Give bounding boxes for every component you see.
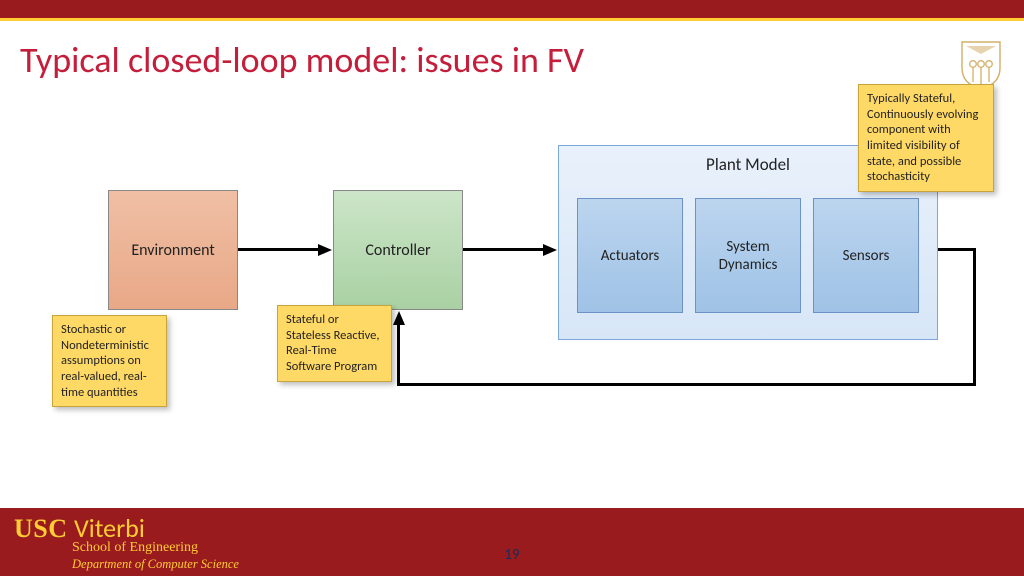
system-dynamics-box: System Dynamics <box>695 198 801 313</box>
feedback-line-up <box>397 324 400 386</box>
environment-box: Environment <box>108 190 238 310</box>
feedback-line-right <box>937 248 975 251</box>
sensors-box: Sensors <box>813 198 919 313</box>
arrow-head-env-ctrl <box>318 244 332 256</box>
feedback-line-bottom <box>397 383 976 386</box>
note-plant: Typically Stateful, Continuously evolvin… <box>858 84 994 192</box>
feedback-line-down <box>973 248 976 386</box>
controller-box: Controller <box>333 190 463 310</box>
top-bar <box>0 0 1024 18</box>
usc-crest-icon <box>960 40 1002 90</box>
arrow-head-feedback <box>393 311 405 325</box>
footer-bar: USC Viterbi School of Engineering Depart… <box>0 508 1024 576</box>
note-controller: Stateful or Stateless Reactive, Real-Tim… <box>277 305 392 382</box>
footer-department: Department of Computer Science <box>72 557 239 572</box>
footer-page-number: 19 <box>504 546 519 564</box>
gold-accent-line <box>0 18 1024 21</box>
arrow-ctrl-to-plant <box>463 248 545 251</box>
arrow-env-to-ctrl <box>238 248 320 251</box>
slide-title: Typical closed-loop model: issues in FV <box>20 38 584 82</box>
note-environment: Stochastic or Nondeterministic assumptio… <box>52 315 167 407</box>
footer-usc-bold: USC <box>14 514 68 543</box>
footer-school: School of Engineering <box>72 540 198 556</box>
arrow-head-ctrl-plant <box>543 244 557 256</box>
actuators-box: Actuators <box>577 198 683 313</box>
